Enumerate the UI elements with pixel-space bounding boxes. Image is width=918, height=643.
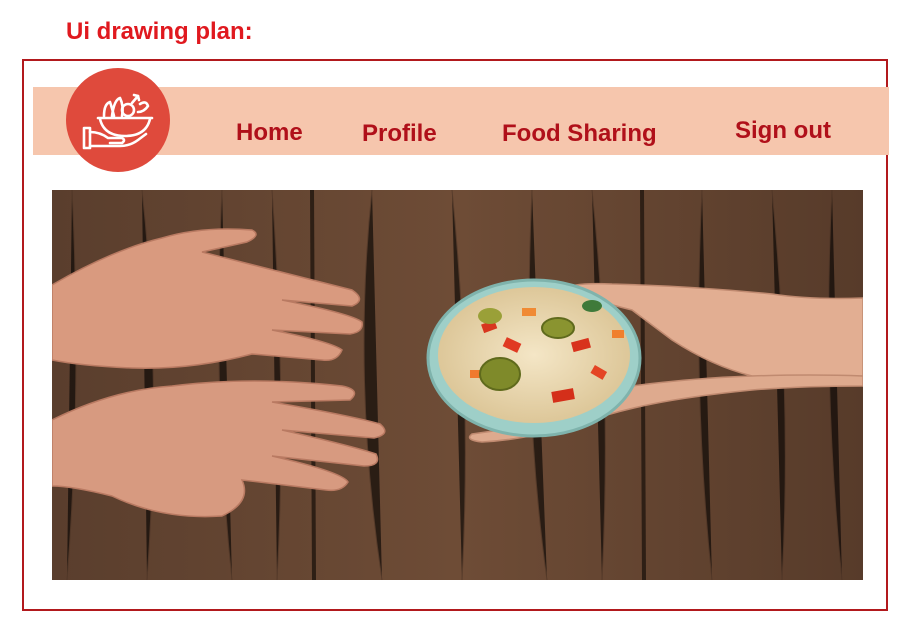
nav-home-link[interactable]: Home bbox=[236, 119, 303, 147]
nav-profile-link[interactable]: Profile bbox=[362, 120, 437, 148]
nav-food-sharing-link[interactable]: Food Sharing bbox=[502, 120, 657, 148]
nav-sign-out-link[interactable]: Sign out bbox=[735, 117, 831, 145]
page-heading: Ui drawing plan: bbox=[66, 18, 253, 45]
food-sharing-photo bbox=[52, 190, 863, 580]
hand-holding-food-bowl-icon bbox=[82, 93, 154, 150]
hero-image bbox=[52, 190, 863, 580]
logo[interactable] bbox=[66, 68, 170, 172]
